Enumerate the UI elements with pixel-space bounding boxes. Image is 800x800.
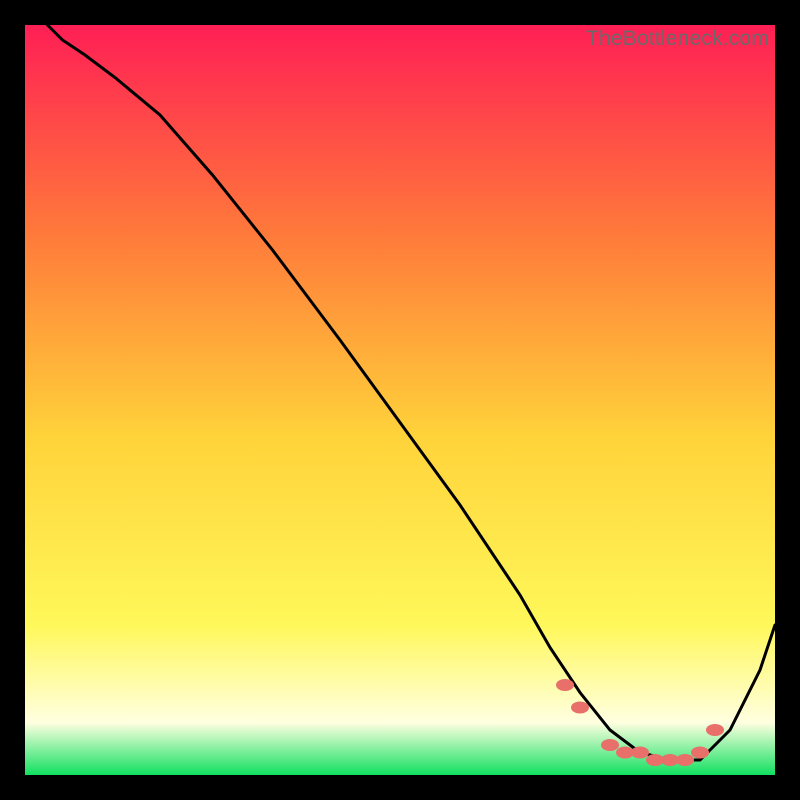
- marker-dot: [631, 747, 649, 759]
- marker-dot: [691, 747, 709, 759]
- marker-dot: [706, 724, 724, 736]
- marker-dot: [556, 679, 574, 691]
- chart-frame: TheBottleneck.com: [25, 25, 775, 775]
- marker-dot: [601, 739, 619, 751]
- gradient-background: [25, 25, 775, 775]
- bottleneck-chart: [25, 25, 775, 775]
- marker-dot: [676, 754, 694, 766]
- watermark-text: TheBottleneck.com: [586, 27, 769, 51]
- marker-dot: [571, 702, 589, 714]
